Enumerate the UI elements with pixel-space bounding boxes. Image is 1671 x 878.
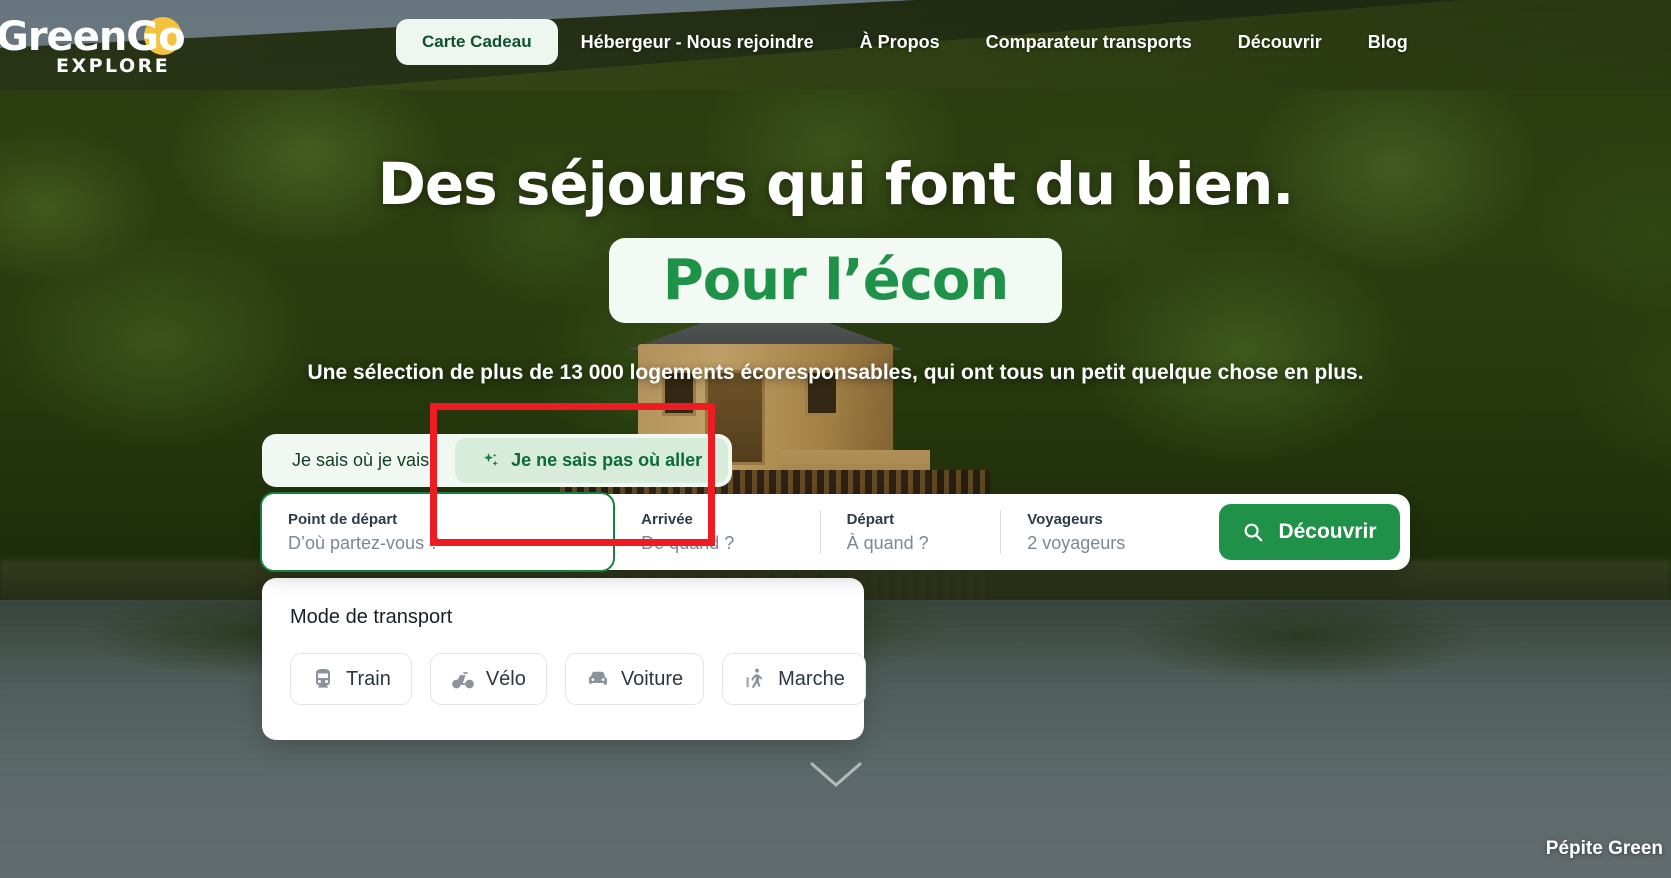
top-navigation-bar: GreenGo EXPLORE Carte Cadeau Hébergeur -… xyxy=(0,0,1671,84)
search-bar: Point de départ D’où partez-vous ? Arriv… xyxy=(260,492,1410,572)
field-arrivee[interactable]: Arrivée De quand ? xyxy=(615,494,819,570)
logo-subtitle: EXPLORE xyxy=(56,55,171,77)
tab-je-ne-sais-pas-ou-aller[interactable]: Je ne sais pas où aller xyxy=(455,438,729,483)
field-label-voyageurs: Voyageurs xyxy=(1027,510,1103,528)
field-label-depart: Départ xyxy=(846,510,895,528)
transport-option-label-train: Train xyxy=(346,667,391,690)
nav-item-comparateur-transports[interactable]: Comparateur transports xyxy=(963,32,1215,53)
hero-title: Des séjours qui font du bien. xyxy=(377,150,1295,218)
transport-option-label-marche: Marche xyxy=(778,667,845,690)
hero-overlay-scrim xyxy=(0,0,1671,878)
hero-subtitle: Une sélection de plus de 13 000 logement… xyxy=(307,361,1364,384)
field-point-de-depart[interactable]: Point de départ D’où partez-vous ? xyxy=(260,492,616,572)
transport-option-label-voiture: Voiture xyxy=(620,667,684,690)
bicycle-icon xyxy=(451,667,475,691)
discover-button-label: Découvrir xyxy=(1278,520,1377,543)
hero-section: Des séjours qui font du bien. Pour l’éco… xyxy=(0,150,1671,385)
search-input-point-de-depart[interactable]: D’où partez-vous ? xyxy=(288,533,587,554)
tab-je-sais-ou-je-vais[interactable]: Je sais où je vais xyxy=(266,438,455,483)
transport-option-label-velo: Vélo xyxy=(485,667,526,690)
field-voyageurs[interactable]: Voyageurs 2 voyageurs xyxy=(1001,494,1219,570)
brand-logo[interactable]: GreenGo EXPLORE xyxy=(0,6,196,78)
nav-item-carte-cadeau[interactable]: Carte Cadeau xyxy=(396,19,558,65)
transport-option-voiture[interactable]: Voiture xyxy=(564,653,705,705)
logo-wordmark: GreenGo xyxy=(0,14,186,60)
search-mode-tabs: Je sais où je vais Je ne sais pas où all… xyxy=(262,434,733,487)
scroll-down-chevron-icon[interactable] xyxy=(806,758,866,792)
pepite-green-badge: Pépite Green xyxy=(1545,838,1663,859)
sparkle-icon xyxy=(481,451,501,471)
train-icon xyxy=(311,667,335,691)
nav-item-decouvrir[interactable]: Découvrir xyxy=(1215,32,1345,53)
transport-option-velo[interactable]: Vélo xyxy=(429,653,547,705)
walking-icon xyxy=(743,667,767,691)
search-input-depart[interactable]: À quand ? xyxy=(847,533,975,554)
transport-mode-title: Mode de transport xyxy=(290,606,453,628)
hero-background-photo xyxy=(0,0,1671,878)
search-input-arrivee[interactable]: De quand ? xyxy=(641,533,793,554)
car-icon xyxy=(586,667,610,691)
field-label-point-de-depart: Point de départ xyxy=(288,510,398,528)
nav-item-a-propos[interactable]: À Propos xyxy=(837,32,963,53)
transport-mode-options: Train Vélo Voiture Marche xyxy=(290,653,866,705)
transport-option-train[interactable]: Train xyxy=(290,653,412,705)
transport-option-marche[interactable]: Marche xyxy=(722,653,866,705)
nav-links: Carte Cadeau Hébergeur - Nous rejoindre … xyxy=(396,19,1431,65)
nav-item-blog[interactable]: Blog xyxy=(1345,32,1431,53)
tab-label-unknown-destination: Je ne sais pas où aller xyxy=(511,450,703,470)
hero-highlight-pill: Pour l’écon xyxy=(608,238,1063,323)
field-label-arrivee: Arrivée xyxy=(641,510,693,528)
page-root: GreenGo EXPLORE Carte Cadeau Hébergeur -… xyxy=(0,0,1671,878)
search-icon xyxy=(1242,521,1264,543)
discover-button[interactable]: Découvrir xyxy=(1218,504,1400,560)
nav-item-hebergeur[interactable]: Hébergeur - Nous rejoindre xyxy=(558,32,837,53)
transport-mode-panel: Mode de transport Train Vélo Voiture Mar… xyxy=(262,578,866,740)
field-depart[interactable]: Départ À quand ? xyxy=(821,494,1001,570)
hero-highlight-row: Pour l’écon xyxy=(0,238,1671,323)
search-input-voyageurs[interactable]: 2 voyageurs xyxy=(1027,533,1193,554)
tab-label-known-destination: Je sais où je vais xyxy=(292,450,430,470)
